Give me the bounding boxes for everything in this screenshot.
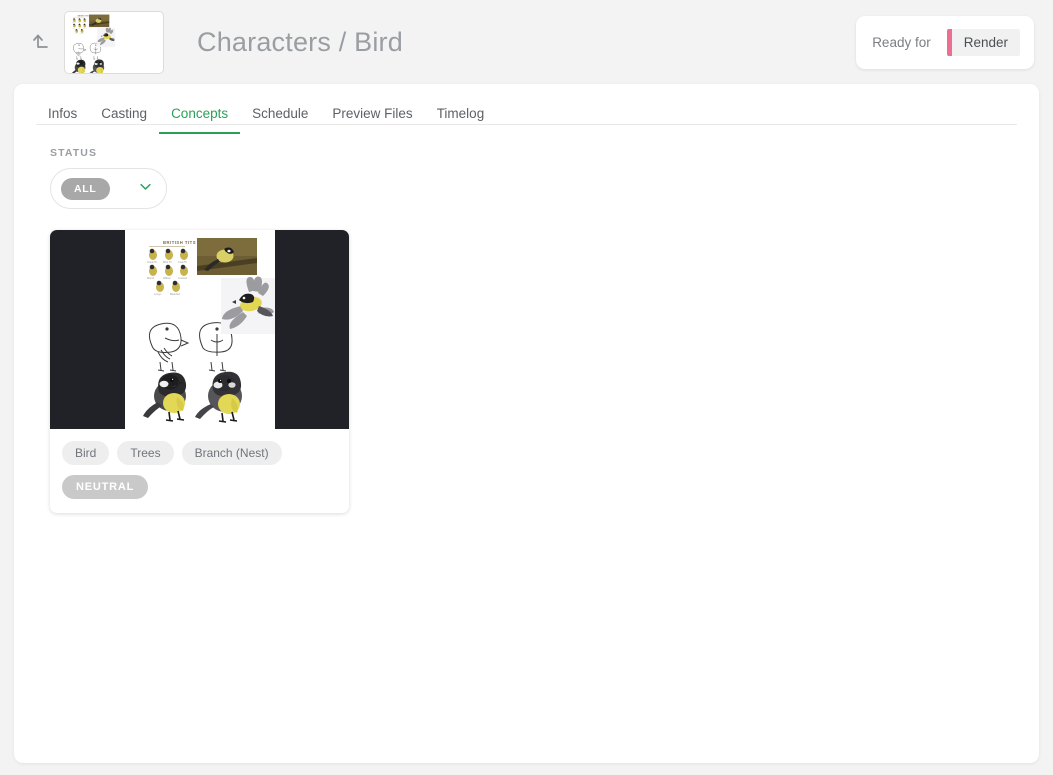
back-button[interactable]	[18, 20, 62, 64]
tab-infos[interactable]: Infos	[36, 106, 89, 134]
svg-text:Bearded: Bearded	[170, 292, 180, 296]
status-filter-label: STATUS	[50, 147, 98, 159]
status-label: Ready for	[872, 35, 931, 50]
status-value-chip: Render	[946, 29, 1020, 56]
svg-text:Coal Tit: Coal Tit	[178, 260, 187, 264]
concept-status-pill[interactable]: NEUTRAL	[62, 475, 149, 499]
svg-text:BRITISH TITS: BRITISH TITS	[163, 240, 196, 245]
concept-tag[interactable]: Bird	[62, 441, 110, 465]
concept-tag[interactable]: Branch (Nest)	[181, 441, 282, 465]
status-value: Render	[963, 35, 1008, 50]
svg-text:Long-t.: Long-t.	[154, 292, 162, 296]
moodboard-art: BRITISH TITS Great Tit Blue Tit Coal Tit…	[124, 230, 275, 429]
status-badge[interactable]: Ready for Render	[856, 16, 1034, 69]
tab-preview-files[interactable]: Preview Files	[320, 106, 424, 134]
concept-tag-row: Bird Trees Branch (Nest)	[62, 441, 349, 465]
chevron-down-icon	[138, 179, 153, 199]
arrow-up-left-icon	[28, 30, 52, 54]
tab-timelog[interactable]: Timelog	[425, 106, 497, 134]
svg-text:Great Tit: Great Tit	[147, 260, 157, 264]
tab-casting[interactable]: Casting	[89, 106, 159, 134]
svg-text:Blue Tit: Blue Tit	[163, 260, 172, 264]
concept-tag[interactable]: Trees	[117, 441, 174, 465]
svg-text:Willow: Willow	[163, 276, 171, 280]
status-filter: STATUS ALL	[14, 125, 1039, 209]
tab-bar: Infos Casting Concepts Schedule Preview …	[36, 84, 1017, 134]
concept-card-list: BRITISH TITS Great Tit Blue Tit Coal Tit…	[14, 209, 1039, 513]
tab-schedule[interactable]: Schedule	[240, 106, 320, 134]
entity-thumbnail[interactable]: BRITISH TITS Great TitBlue TitCoal Tit	[64, 10, 164, 74]
page-title: Characters / Bird	[197, 26, 403, 57]
tab-concepts[interactable]: Concepts	[159, 106, 241, 134]
top-bar: BRITISH TITS Great TitBlue TitCoal Tit	[0, 0, 1053, 84]
concept-card-body: Bird Trees Branch (Nest) NEUTRAL	[50, 429, 349, 513]
svg-text:Crested: Crested	[178, 276, 188, 280]
concept-card[interactable]: BRITISH TITS Great Tit Blue Tit Coal Tit…	[50, 230, 349, 513]
svg-text:Marsh: Marsh	[147, 276, 155, 280]
status-filter-value: ALL	[61, 177, 110, 200]
status-filter-select[interactable]: ALL	[50, 168, 167, 209]
main-panel: Infos Casting Concepts Schedule Preview …	[14, 84, 1039, 763]
concept-preview[interactable]: BRITISH TITS Great Tit Blue Tit Coal Tit…	[50, 230, 349, 429]
moodboard-thumbnail-art: BRITISH TITS Great TitBlue TitCoal Tit	[65, 11, 116, 73]
